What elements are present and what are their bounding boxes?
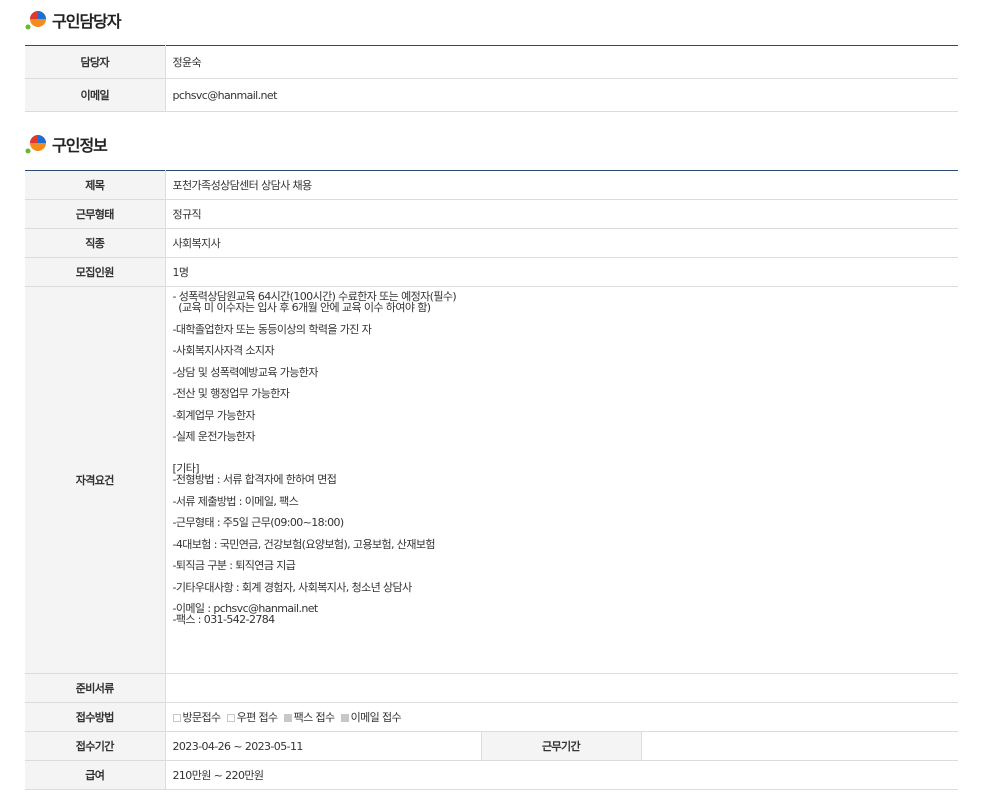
- method-email: 이메일 접수: [340, 711, 402, 724]
- occupation-value: 사회복지사: [165, 228, 958, 258]
- requirement-line: [173, 335, 959, 346]
- subject-label: 제목: [25, 170, 166, 200]
- period-label: 접수기간: [25, 731, 166, 761]
- table-row: 이메일 pchsvc@hanmail.net: [25, 78, 958, 112]
- table-row: 접수방법 방문접수 우편 접수 팩스 접수 이메일 접수: [25, 702, 958, 732]
- requirement-line: -회계업무 가능한자: [172, 408, 256, 422]
- documents-value: [165, 673, 958, 703]
- checkbox-checked-icon: [283, 714, 292, 722]
- table-row: 접수기간 2023-04-26 ~ 2023-05-11 근무기간: [25, 731, 958, 761]
- method-mail: 우편 접수: [226, 711, 279, 724]
- requirements-text: - 성폭력상담원교육 64시간(100시간) 수료한자 또는 예정자(필수) (…: [173, 287, 959, 625]
- job-section-title: 구인정보: [24, 132, 108, 156]
- requirement-line: [173, 356, 959, 367]
- requirement-line: -사회복지사자격 소지자: [172, 344, 275, 357]
- method-fax-label: 팩스 접수: [293, 711, 336, 724]
- requirement-line: -서류 제출방법 : 이메일, 팩스: [172, 494, 299, 508]
- salary-value: 210만원 ~ 220만원: [165, 760, 958, 790]
- method-mail-label: 우편 접수: [236, 711, 279, 724]
- table-row: 제목 포천가족성상담센터 상담사 채용: [25, 170, 958, 200]
- table-row: 담당자 정윤숙: [25, 45, 958, 79]
- requirement-line: -퇴직금 구분 : 퇴직연금 지급: [172, 559, 296, 572]
- checkbox-icon: [172, 714, 181, 722]
- requirement-line: -전산 및 행정업무 가능한자: [172, 387, 290, 400]
- requirement-line: [173, 528, 959, 539]
- requirement-line: -전형방법 : 서류 합격자에 한하여 면접: [172, 473, 337, 486]
- method-visit-label: 방문접수: [182, 711, 222, 724]
- requirement-line: -근무형태 : 주5일 근무(09:00~18:00): [172, 516, 345, 529]
- email-value: pchsvc@hanmail.net: [165, 78, 958, 112]
- period-value: 2023-04-26 ~ 2023-05-11: [165, 731, 481, 761]
- contact-table: 담당자 정윤숙 이메일 pchsvc@hanmail.net: [25, 45, 958, 112]
- employment-type-label: 근무형태: [25, 199, 166, 229]
- requirement-line: [173, 485, 959, 496]
- table-row: 모집인원 1명: [25, 257, 958, 287]
- email-label: 이메일: [25, 78, 166, 112]
- occupation-label: 직종: [25, 228, 166, 258]
- brand-logo-icon: [24, 133, 48, 155]
- requirement-line: -4대보험 : 국민연금, 건강보험(요양보험), 고용보험, 산재보험: [172, 537, 436, 551]
- table-row: 준비서류: [25, 673, 958, 703]
- documents-label: 준비서류: [25, 673, 166, 703]
- requirement-line: [173, 421, 959, 432]
- method-email-label: 이메일 접수: [350, 711, 402, 724]
- requirement-line: [173, 453, 959, 464]
- method-visit: 방문접수: [172, 711, 222, 724]
- work-period-label: 근무기간: [480, 731, 642, 761]
- requirement-line: [173, 313, 959, 324]
- requirement-line: -대학졸업한자 또는 동등이상의 학력을 가진 자: [172, 322, 372, 336]
- table-row: 직종 사회복지사: [25, 228, 958, 258]
- method-cell: 방문접수 우편 접수 팩스 접수 이메일 접수: [165, 702, 958, 732]
- table-row: 자격요건 - 성폭력상담원교육 64시간(100시간) 수료한자 또는 예정자(…: [25, 286, 959, 674]
- requirement-line: [173, 442, 959, 453]
- salary-label: 급여: [25, 760, 166, 790]
- employment-type-value: 정규직: [165, 199, 958, 229]
- headcount-label: 모집인원: [25, 257, 166, 287]
- work-period-value: [641, 731, 958, 761]
- checkbox-checked-icon: [340, 714, 349, 722]
- requirement-line: -실제 운전가능한자: [172, 430, 256, 443]
- method-fax: 팩스 접수: [283, 711, 336, 724]
- contact-value: 정윤숙: [165, 45, 958, 79]
- job-table: 제목 포천가족성상담센터 상담사 채용 근무형태 정규직 직종 사회복지사 모집…: [25, 170, 958, 790]
- method-label: 접수방법: [25, 702, 166, 732]
- requirement-line: [173, 399, 959, 410]
- headcount-value: 1명: [165, 257, 958, 287]
- requirement-line: (교육 미 이수자는 입사 후 6개월 안에 교육 이수 하여야 함): [172, 301, 431, 314]
- checkbox-icon: [226, 714, 235, 722]
- requirements-cell: - 성폭력상담원교육 64시간(100시간) 수료한자 또는 예정자(필수) (…: [165, 286, 959, 674]
- contact-title: 구인담당자: [52, 12, 122, 31]
- brand-logo-icon: [24, 9, 48, 31]
- subject-value: 포천가족성상담센터 상담사 채용: [165, 170, 958, 200]
- contact-label: 담당자: [25, 45, 166, 79]
- table-row: 근무형태 정규직: [25, 199, 958, 229]
- requirement-line: [173, 378, 959, 389]
- requirement-line: [173, 571, 959, 582]
- requirement-line: -이메일 : pchsvc@hanmail.net: [172, 602, 319, 615]
- contact-section-title: 구인담당자: [24, 8, 122, 32]
- table-row: 급여 210만원 ~ 220만원: [25, 760, 958, 790]
- job-title: 구인정보: [52, 136, 108, 155]
- requirement-line: -기타우대사항 : 회계 경험자, 사회복지사, 청소년 상담사: [172, 580, 413, 594]
- requirement-line: -팩스 : 031-542-2784: [172, 613, 276, 626]
- requirements-label: 자격요건: [25, 286, 166, 674]
- requirement-line: -상담 및 성폭력예방교육 가능한자: [172, 365, 319, 379]
